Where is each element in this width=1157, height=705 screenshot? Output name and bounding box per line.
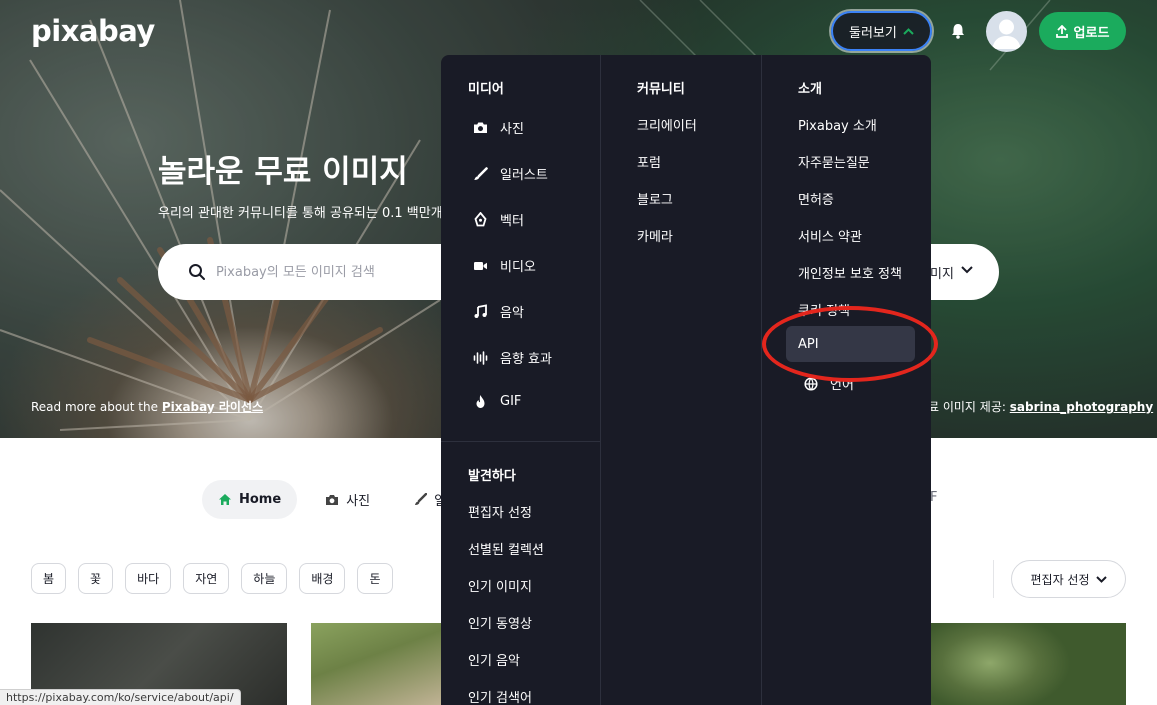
tag-chip[interactable]: 돈 bbox=[357, 563, 393, 594]
menu-heading-discover: 발견하다 bbox=[468, 469, 516, 484]
menu-item-popular-music[interactable]: 인기 음악 bbox=[468, 650, 520, 669]
tag-chips: 봄 꽃 바다 자연 하늘 배경 돈 bbox=[31, 563, 393, 594]
video-icon bbox=[474, 261, 487, 270]
tag-chip[interactable]: 바다 bbox=[125, 563, 172, 594]
hero-title: 놀라운 무료 이미지 bbox=[158, 154, 408, 190]
photographer-link[interactable]: sabrina_photography bbox=[1010, 400, 1153, 414]
menu-item-popular-images[interactable]: 인기 이미지 bbox=[468, 576, 532, 595]
explore-button[interactable]: 둘러보기 bbox=[831, 11, 932, 51]
menu-item-label: 비디오 bbox=[500, 260, 536, 275]
tag-chip[interactable]: 하늘 bbox=[241, 563, 288, 594]
menu-item-label: GIF bbox=[500, 394, 522, 409]
waveform-icon bbox=[473, 350, 488, 365]
brush-icon bbox=[415, 493, 428, 505]
menu-item-privacy-policy[interactable]: 개인정보 보호 정책 bbox=[798, 263, 902, 282]
menu-item-label: 언어 bbox=[830, 378, 854, 393]
gallery-image[interactable] bbox=[311, 623, 441, 705]
camera-icon bbox=[326, 494, 339, 505]
menu-item-popular-searches[interactable]: 인기 검색어 bbox=[468, 687, 532, 705]
upload-button-label: 업로드 bbox=[1073, 25, 1110, 41]
status-bar-url: https://pixabay.com/ko/service/about/api… bbox=[0, 689, 241, 705]
menu-item-cookie-policy[interactable]: 쿠키 정책 bbox=[798, 300, 850, 319]
globe-icon bbox=[804, 376, 818, 391]
license-note: Read more about the Pixabay 라이선스 bbox=[31, 398, 263, 415]
music-icon bbox=[474, 304, 487, 318]
brush-icon bbox=[474, 166, 488, 180]
menu-item-editors-choice[interactable]: 편집자 선정 bbox=[468, 502, 532, 521]
menu-item-music[interactable]: 음악 bbox=[473, 302, 524, 321]
license-link[interactable]: Pixabay 라이선스 bbox=[162, 400, 263, 414]
home-icon bbox=[219, 494, 231, 505]
tag-chip[interactable]: 배경 bbox=[299, 563, 346, 594]
menu-item-cameras[interactable]: 카메라 bbox=[637, 226, 673, 245]
search-input[interactable] bbox=[216, 261, 436, 283]
tab-home[interactable]: Home bbox=[202, 480, 298, 519]
tab-photos-label: 사진 bbox=[346, 494, 371, 509]
flame-icon bbox=[476, 395, 485, 408]
menu-item-popular-videos[interactable]: 인기 동영상 bbox=[468, 613, 532, 632]
menu-item-language[interactable]: 언어 bbox=[804, 374, 854, 393]
menu-column-about: 소개 Pixabay 소개 자주묻는질문 면허증 서비스 약관 개인정보 보호 … bbox=[762, 55, 931, 705]
menu-item-label: 벡터 bbox=[500, 214, 524, 229]
menu-item-label: 일러스트 bbox=[500, 168, 548, 183]
menu-item-terms[interactable]: 서비스 약관 bbox=[798, 226, 862, 245]
menu-item-videos[interactable]: 비디오 bbox=[473, 256, 536, 275]
search-icon bbox=[189, 264, 205, 280]
divider bbox=[993, 560, 994, 598]
explore-dropdown-menu: 미디어 사진 일러스트 벡터 비디오 음악 음향 효과 GIF 발견하다 편집자… bbox=[441, 55, 931, 705]
image-credit: 료 이미지 제공: sabrina_photography bbox=[928, 398, 1153, 415]
chevron-down-icon bbox=[1095, 575, 1107, 583]
menu-item-vectors[interactable]: 벡터 bbox=[473, 210, 524, 229]
menu-item-label: 음향 효과 bbox=[500, 352, 552, 367]
hero-subtitle: 우리의 관대한 커뮤니티를 통해 공유되는 0.1 백만개 bbox=[158, 206, 443, 221]
tab-gif-fragment[interactable]: F bbox=[930, 490, 937, 505]
menu-column-media: 미디어 사진 일러스트 벡터 비디오 음악 음향 효과 GIF 발견하다 편집자… bbox=[441, 55, 601, 705]
explore-button-label: 둘러보기 bbox=[849, 25, 897, 41]
menu-item-about-pixabay[interactable]: Pixabay 소개 bbox=[798, 115, 877, 134]
chevron-up-icon bbox=[903, 27, 914, 35]
menu-item-sound-effects[interactable]: 음향 효과 bbox=[473, 348, 552, 367]
sort-dropdown-label: 편집자 선정 bbox=[1030, 572, 1090, 587]
menu-heading-about: 소개 bbox=[798, 82, 822, 97]
chevron-down-icon[interactable] bbox=[961, 266, 973, 274]
camera-icon bbox=[474, 122, 487, 133]
sort-dropdown[interactable]: 편집자 선정 bbox=[1011, 560, 1126, 598]
gallery-image[interactable] bbox=[930, 623, 1126, 705]
tag-chip[interactable]: 자연 bbox=[183, 563, 230, 594]
menu-divider bbox=[441, 441, 601, 442]
bell-icon[interactable] bbox=[950, 22, 966, 40]
menu-item-curated-collections[interactable]: 선별된 컬렉션 bbox=[468, 539, 544, 558]
menu-item-api[interactable]: API bbox=[798, 337, 819, 352]
tag-chip[interactable]: 봄 bbox=[31, 563, 67, 594]
menu-item-label: 사진 bbox=[500, 122, 524, 137]
menu-item-faq[interactable]: 자주묻는질문 bbox=[798, 152, 870, 171]
avatar[interactable] bbox=[986, 11, 1027, 52]
menu-item-illustrations[interactable]: 일러스트 bbox=[473, 164, 548, 183]
menu-item-forum[interactable]: 포럼 bbox=[637, 152, 661, 171]
image-credit-text: 료 이미지 제공: bbox=[928, 400, 1010, 414]
pen-nib-icon bbox=[474, 212, 487, 227]
menu-item-photos[interactable]: 사진 bbox=[473, 118, 524, 137]
menu-item-creators[interactable]: 크리에이터 bbox=[637, 115, 697, 134]
license-note-text: Read more about the bbox=[31, 400, 162, 414]
search-type-select[interactable]: 미지 bbox=[930, 263, 954, 282]
tab-home-label: Home bbox=[239, 492, 282, 507]
tab-photos[interactable]: 사진 bbox=[309, 480, 386, 519]
menu-item-label: 음악 bbox=[500, 306, 524, 321]
media-tabs: Home 사진 일 bbox=[202, 480, 462, 519]
menu-heading-media: 미디어 bbox=[468, 82, 504, 97]
upload-icon bbox=[1055, 24, 1068, 38]
pixabay-logo[interactable]: pixabay bbox=[31, 14, 155, 48]
menu-column-community: 커뮤니티 크리에이터 포럼 블로그 카메라 bbox=[601, 55, 762, 705]
menu-item-license[interactable]: 면허증 bbox=[798, 189, 834, 208]
menu-item-blog[interactable]: 블로그 bbox=[637, 189, 673, 208]
menu-item-gif[interactable]: GIF bbox=[473, 394, 521, 409]
tag-chip[interactable]: 꽃 bbox=[78, 563, 114, 594]
menu-heading-community: 커뮤니티 bbox=[637, 82, 685, 97]
user-avatar-icon bbox=[992, 19, 1021, 49]
upload-button[interactable]: 업로드 bbox=[1039, 12, 1126, 50]
